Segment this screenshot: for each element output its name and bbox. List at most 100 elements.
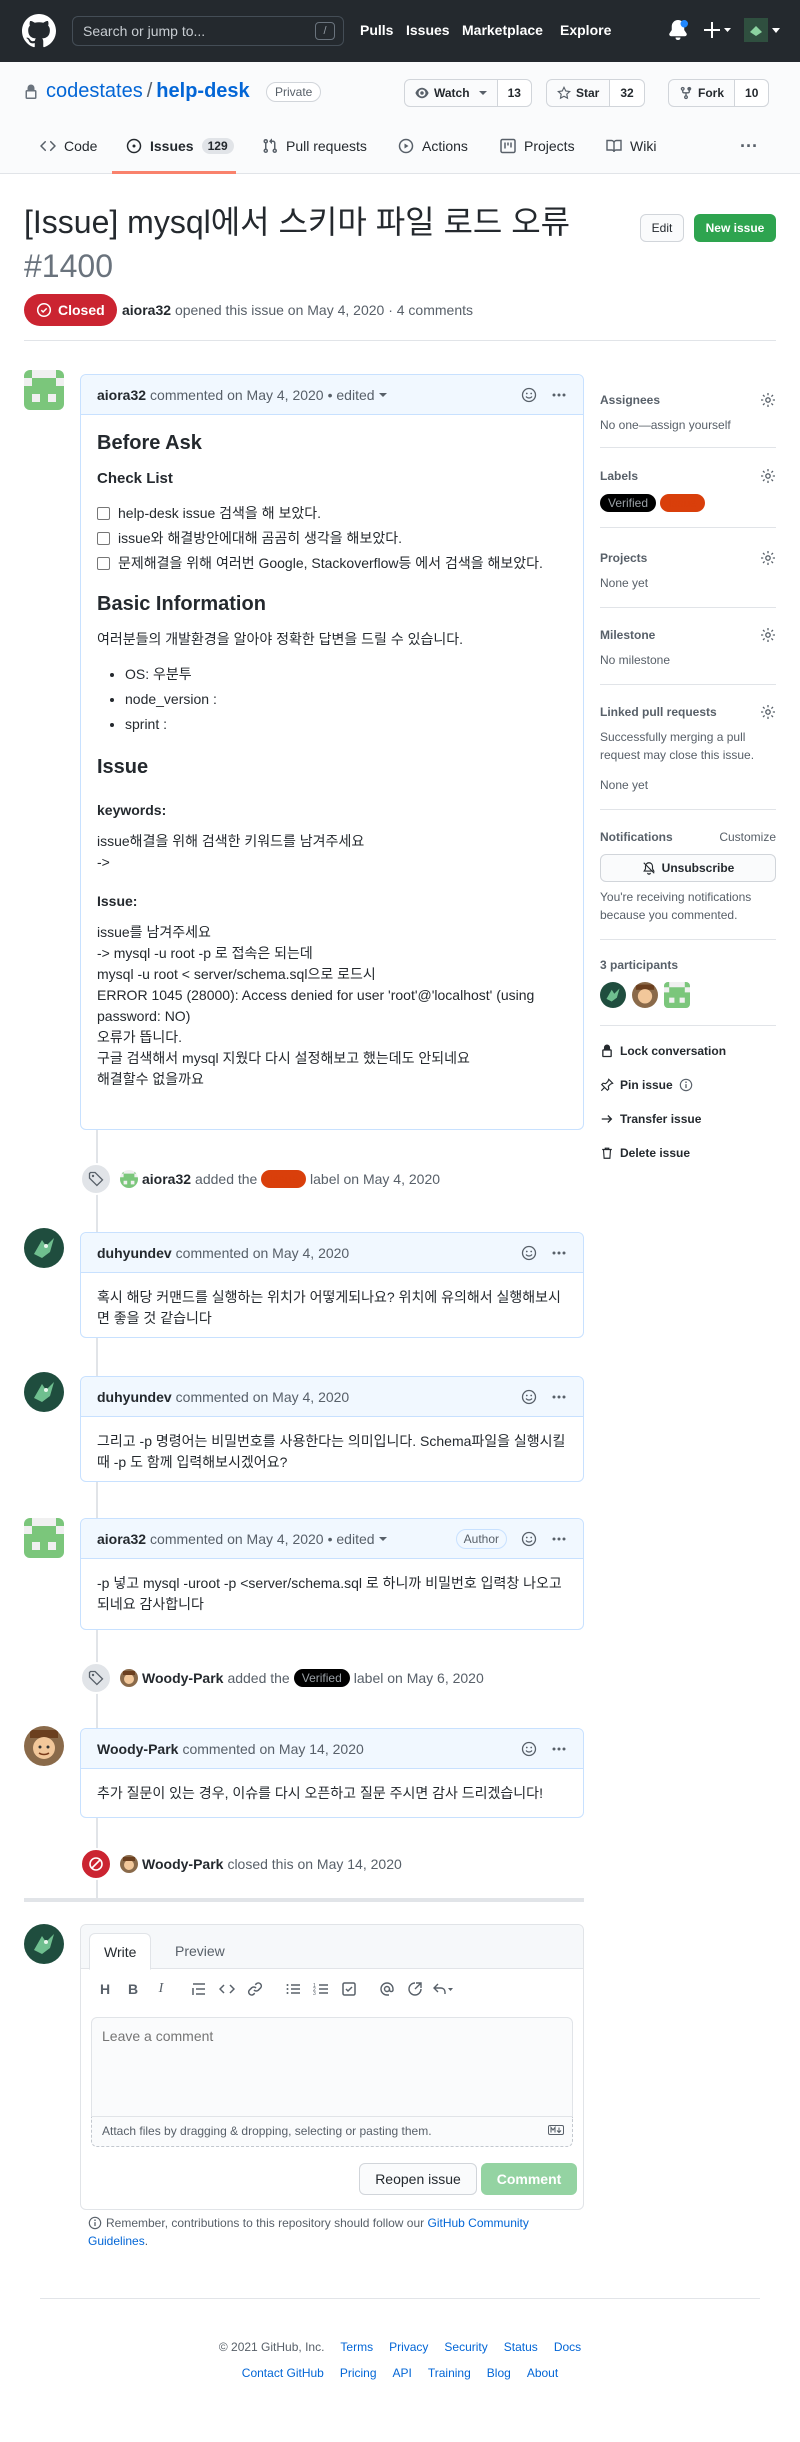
info-icon[interactable] [679, 1078, 693, 1092]
tab-write[interactable]: Write [89, 1933, 152, 1970]
unordered-list-icon[interactable] [279, 1977, 307, 2001]
avatar-woody-park[interactable] [120, 1855, 138, 1873]
kebab-horizontal-icon[interactable] [551, 387, 567, 403]
heading-icon[interactable]: H [91, 1977, 119, 2001]
footer-link-privacy[interactable]: Privacy [389, 2340, 428, 2354]
smiley-reaction-icon[interactable] [521, 1389, 537, 1405]
more-tabs-button[interactable]: ··· [740, 136, 758, 157]
footer-link-contact[interactable]: Contact GitHub [242, 2366, 324, 2380]
assignees-heading[interactable]: Assignees [600, 393, 660, 407]
mention-icon[interactable] [373, 1977, 401, 2001]
event-actor-link[interactable]: Woody-Park [142, 1670, 223, 1686]
footer-link-docs[interactable]: Docs [554, 2340, 581, 2354]
task-checkbox[interactable] [97, 507, 110, 520]
repo-owner-link[interactable]: codestates [46, 80, 143, 102]
gear-icon[interactable] [760, 704, 776, 720]
kebab-horizontal-icon[interactable] [551, 1531, 567, 1547]
transfer-issue-link[interactable]: Transfer issue [600, 1112, 701, 1126]
smiley-reaction-icon[interactable] [521, 387, 537, 403]
footer-link-training[interactable]: Training [428, 2366, 471, 2380]
comment-timestamp[interactable]: commented on May 4, 2020 [176, 1389, 350, 1405]
avatar-duhyundev[interactable] [24, 1228, 64, 1268]
italic-icon[interactable]: I [147, 1977, 175, 2001]
link-icon[interactable] [241, 1977, 269, 2001]
linked-prs-heading[interactable]: Linked pull requests [600, 705, 717, 719]
comment-submit-button[interactable]: Comment [481, 2163, 577, 2195]
comment-timestamp[interactable]: commented on May 14, 2020 [182, 1741, 363, 1757]
comment-author-link[interactable]: duhyundev [97, 1245, 172, 1261]
avatar-duhyundev[interactable] [24, 1372, 64, 1412]
gear-icon[interactable] [760, 550, 776, 566]
avatar-duhyundev[interactable] [600, 982, 626, 1008]
tasklist-icon[interactable] [335, 1977, 363, 2001]
star-button[interactable]: Star 32 [546, 79, 645, 107]
avatar-aiora32[interactable] [120, 1170, 138, 1188]
new-issue-button[interactable]: New issue [694, 214, 776, 242]
edited-dropdown[interactable]: • edited [328, 1531, 375, 1547]
ordered-list-icon[interactable]: 123 [307, 1977, 335, 2001]
code-icon[interactable] [213, 1977, 241, 2001]
tab-wiki[interactable]: Wiki [606, 138, 656, 154]
delete-issue-link[interactable]: Delete issue [600, 1146, 690, 1160]
notifications-bell-icon[interactable] [668, 20, 688, 40]
kebab-horizontal-icon[interactable] [551, 1741, 567, 1757]
tab-projects[interactable]: Projects [500, 138, 575, 154]
labels-heading[interactable]: Labels [600, 469, 638, 483]
reply-icon[interactable] [429, 1977, 457, 2001]
footer-link-api[interactable]: API [393, 2366, 412, 2380]
label-issue-chip[interactable]: Issue [660, 494, 705, 512]
edited-dropdown[interactable]: • edited [328, 387, 375, 403]
avatar-aiora32[interactable] [24, 1518, 64, 1558]
comment-timestamp[interactable]: commented on May 4, 2020 [150, 1531, 324, 1547]
repo-name-link[interactable]: help-desk [156, 80, 249, 102]
comment-timestamp[interactable]: commented on May 4, 2020 [150, 387, 324, 403]
create-new-dropdown-icon[interactable] [702, 20, 732, 40]
label-verified-chip[interactable]: Verified [293, 1669, 350, 1687]
tab-code[interactable]: Code [40, 138, 97, 154]
smiley-reaction-icon[interactable] [521, 1531, 537, 1547]
global-search-input[interactable]: Search or jump to... / [72, 16, 344, 46]
footer-link-status[interactable]: Status [504, 2340, 538, 2354]
comment-textarea[interactable] [91, 2017, 573, 2117]
gear-icon[interactable] [760, 627, 776, 643]
comment-author-link[interactable]: aiora32 [97, 1531, 146, 1547]
cross-reference-icon[interactable] [401, 1977, 429, 2001]
avatar-aiora32[interactable] [24, 370, 64, 410]
customize-link[interactable]: Customize [719, 830, 776, 844]
user-avatar[interactable] [744, 18, 768, 42]
footer-link-security[interactable]: Security [444, 2340, 487, 2354]
milestone-heading[interactable]: Milestone [600, 628, 655, 642]
pin-issue-link[interactable]: Pin issue [600, 1078, 693, 1092]
fork-count[interactable]: 10 [735, 80, 769, 106]
tab-pull-requests[interactable]: Pull requests [262, 138, 367, 154]
quote-icon[interactable] [185, 1977, 213, 2001]
unsubscribe-button[interactable]: Unsubscribe [600, 854, 776, 882]
nav-pulls[interactable]: Pulls [360, 22, 393, 38]
markdown-icon[interactable] [548, 2125, 564, 2135]
fork-button[interactable]: Fork 10 [668, 79, 770, 107]
label-verified-chip[interactable]: Verified [600, 494, 657, 512]
avatar-woody-park[interactable] [120, 1669, 138, 1687]
footer-link-pricing[interactable]: Pricing [340, 2366, 377, 2380]
projects-heading[interactable]: Projects [600, 551, 647, 565]
gear-icon[interactable] [760, 392, 776, 408]
task-checkbox[interactable] [97, 557, 110, 570]
tab-issues[interactable]: Issues 129 [126, 138, 234, 154]
avatar-woody-park[interactable] [632, 982, 658, 1008]
reopen-issue-button[interactable]: Reopen issue [359, 2163, 477, 2195]
lock-conversation-link[interactable]: Lock conversation [600, 1044, 726, 1058]
smiley-reaction-icon[interactable] [521, 1741, 537, 1757]
tab-actions[interactable]: Actions [398, 138, 468, 154]
footer-link-about[interactable]: About [527, 2366, 558, 2380]
assignees-value[interactable]: No one—assign yourself [600, 416, 776, 434]
bold-icon[interactable]: B [119, 1977, 147, 2001]
watch-button[interactable]: Watch 13 [404, 79, 532, 107]
footer-link-blog[interactable]: Blog [487, 2366, 511, 2380]
current-user-avatar[interactable] [24, 1924, 64, 1964]
avatar-aiora32[interactable] [664, 982, 690, 1008]
comment-author-link[interactable]: aiora32 [97, 387, 146, 403]
avatar-woody-park[interactable] [24, 1726, 64, 1766]
gear-icon[interactable] [760, 468, 776, 484]
smiley-reaction-icon[interactable] [521, 1245, 537, 1261]
edit-title-button[interactable]: Edit [640, 214, 684, 242]
